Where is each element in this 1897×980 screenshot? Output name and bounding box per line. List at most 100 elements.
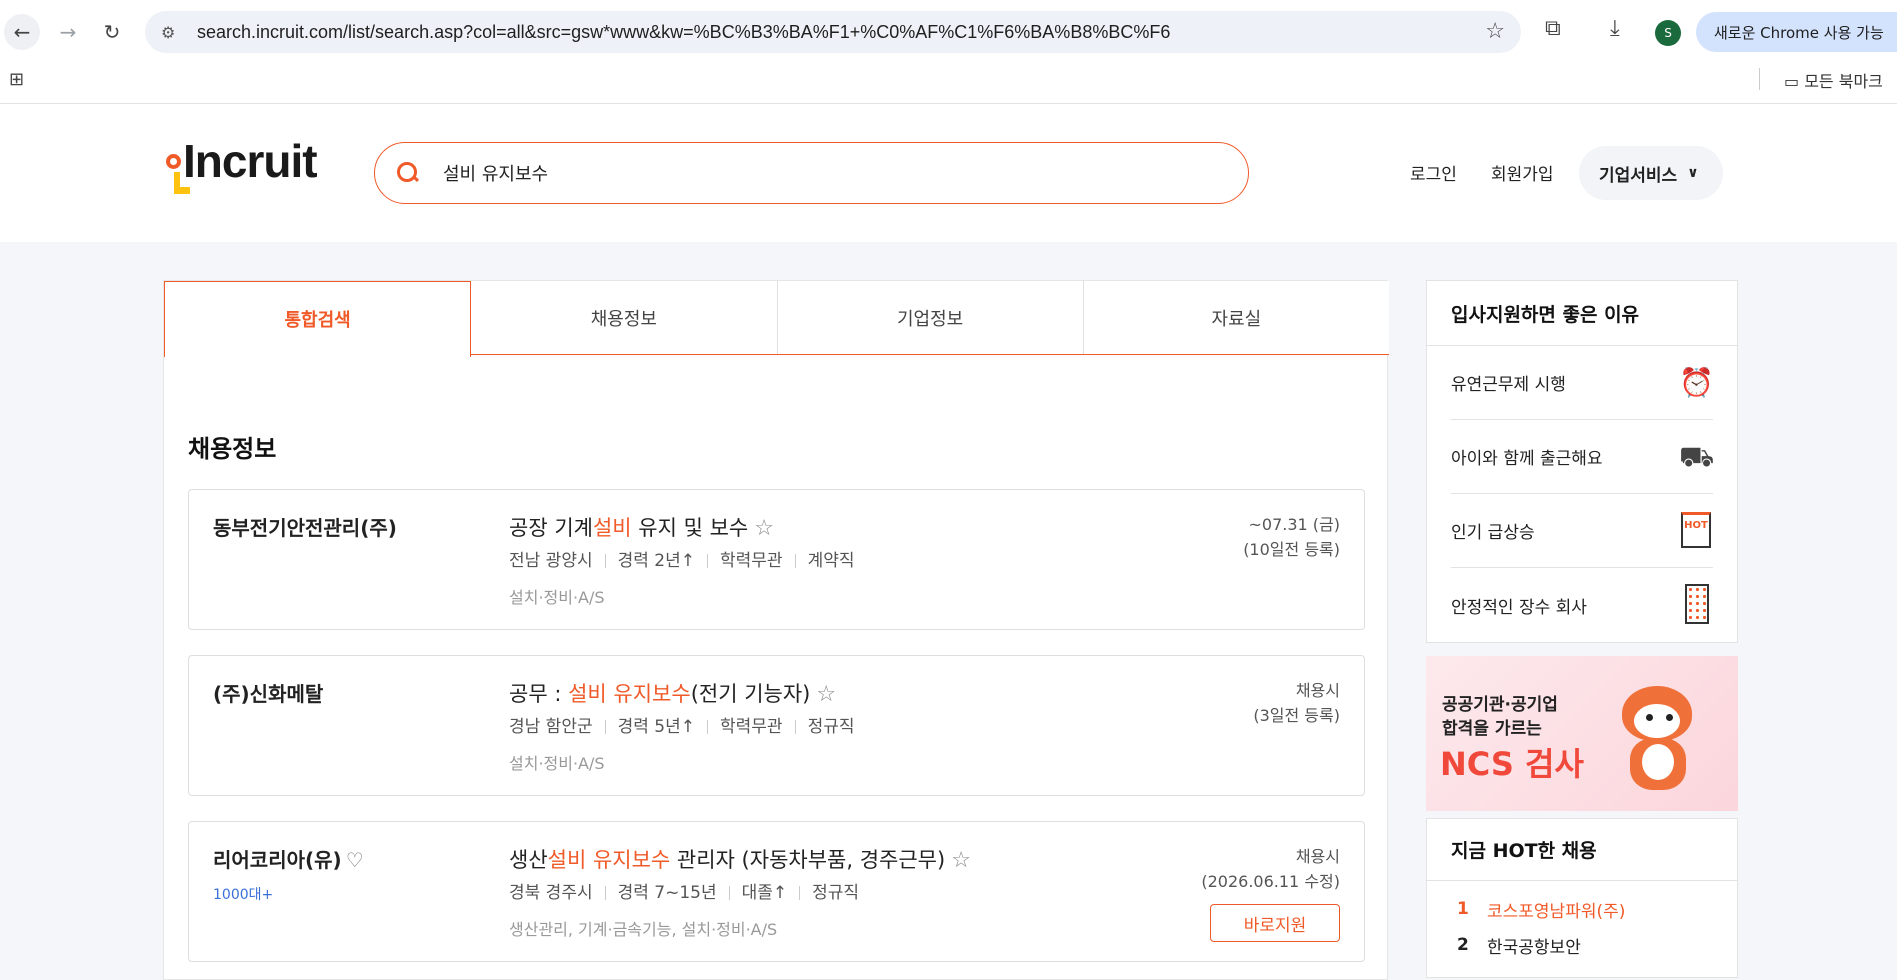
- browser-toolbar: ← → ↻ ⚙ search.incruit.com/list/search.a…: [0, 0, 1897, 64]
- back-arrow-icon[interactable]: ←: [4, 14, 40, 50]
- banner-headline: NCS 검사: [1440, 745, 1584, 783]
- apply-reasons-title: 입사지원하면 좋은 이유: [1427, 281, 1737, 346]
- reason-item-child[interactable]: 아이와 함께 출근해요 ⛟: [1451, 420, 1714, 494]
- download-icon[interactable]: ⤓: [1610, 16, 1620, 41]
- reason-item-stable[interactable]: 안정적인 장수 회사: [1451, 568, 1713, 642]
- hot-list-spacer: [1427, 881, 1737, 891]
- bookmark-star-icon[interactable]: ☆: [1485, 19, 1505, 44]
- favorite-star-icon[interactable]: ☆: [951, 848, 971, 873]
- biz-service-dropdown[interactable]: 기업서비스 ∨: [1579, 146, 1723, 200]
- hot-job-row[interactable]: 2 한국공항보안: [1427, 927, 1737, 963]
- search-icon[interactable]: [395, 160, 421, 186]
- url-text[interactable]: search.incruit.com/list/search.asp?col=a…: [197, 22, 1170, 43]
- apply-reasons-box: 입사지원하면 좋은 이유 유연근무제 시행 ⏰ 아이와 함께 출근해요 ⛟ 인기…: [1426, 280, 1738, 643]
- forward-arrow-icon[interactable]: →: [50, 14, 86, 50]
- job-category: 생산관리, 기계·금속기능, 설치·정비·A/S: [509, 920, 778, 939]
- job-card[interactable]: 리어코리아(유) ♡ 1000대+ 생산설비 유지보수 관리자 (자동차부품, 경…: [188, 821, 1365, 962]
- mascot-eye: [1646, 714, 1653, 721]
- site-settings-icon[interactable]: ⚙: [161, 23, 191, 42]
- job-title-highlight: 설비 유지보수: [547, 848, 671, 872]
- heart-icon[interactable]: ♡: [346, 848, 364, 872]
- apply-now-button[interactable]: 바로지원: [1210, 904, 1340, 942]
- job-title[interactable]: 공장 기계설비 유지 및 보수 ☆: [509, 512, 774, 542]
- job-title-highlight: 설비 유지보수: [568, 682, 691, 706]
- company-name[interactable]: 리어코리아(유) ♡: [213, 844, 364, 873]
- search-box[interactable]: [374, 142, 1249, 204]
- job-location: 경북 경주시: [509, 883, 593, 903]
- hot-rank: 2: [1457, 935, 1469, 955]
- site-header: Incruit 로그인 회원가입 기업서비스 ∨: [0, 104, 1897, 242]
- reload-icon[interactable]: ↻: [94, 14, 130, 50]
- job-posted: (10일전 등록): [1243, 540, 1340, 559]
- logo-text: Incruit: [183, 135, 318, 187]
- company-badge: 1000대+: [213, 887, 274, 903]
- hot-job-row[interactable]: 1 코스포영남파워(주): [1427, 891, 1737, 927]
- job-title[interactable]: 생산설비 유지보수 관리자 (자동차부품, 경주근무) ☆: [509, 844, 971, 874]
- job-title[interactable]: 공무 : 설비 유지보수(전기 기능자) ☆: [509, 678, 836, 708]
- job-experience: 경력 5년↑: [593, 712, 695, 737]
- job-category: 설치·정비·A/S: [509, 588, 605, 607]
- job-title-pre: 생산: [509, 848, 548, 872]
- hot-company[interactable]: 한국공항보안: [1487, 933, 1581, 958]
- job-experience: 경력 7~15년: [593, 878, 717, 903]
- job-education: 학력무관: [695, 546, 783, 571]
- search-tabs: 통합검색 채용정보 기업정보 자료실: [164, 281, 1389, 357]
- tab-all[interactable]: 통합검색: [164, 281, 472, 357]
- logo-dot: [166, 154, 181, 169]
- signup-link[interactable]: 회원가입: [1491, 160, 1554, 185]
- search-results-panel: 통합검색 채용정보 기업정보 자료실 채용정보 동부전기안전관리(주) 공장 기…: [163, 280, 1389, 980]
- chevron-down-icon: ∨: [1687, 165, 1699, 181]
- reason-label: 아이와 함께 출근해요: [1451, 449, 1603, 469]
- hot-flag-icon: HOT: [1681, 512, 1711, 548]
- job-card[interactable]: 동부전기안전관리(주) 공장 기계설비 유지 및 보수 ☆ 전남 광양시 경력 2…: [188, 489, 1365, 630]
- biz-service-label: 기업서비스: [1599, 165, 1678, 186]
- job-education: 대졸↑: [717, 878, 788, 903]
- search-input[interactable]: [443, 162, 1203, 184]
- job-location: 전남 광양시: [509, 551, 593, 571]
- mascot-eye: [1666, 714, 1673, 721]
- job-title-post: 관리자 (자동차부품, 경주근무): [670, 848, 946, 872]
- bookmark-bar: ⊞ ▭ 모든 북마크: [0, 64, 1897, 104]
- mascot-belly: [1642, 744, 1674, 780]
- banner-line-1: 공공기관·공기업: [1442, 695, 1558, 715]
- login-link[interactable]: 로그인: [1410, 160, 1457, 185]
- job-deadline: ~07.31 (금): [1248, 515, 1340, 534]
- hot-company[interactable]: 코스포영남파워(주): [1487, 897, 1625, 922]
- chrome-update-button[interactable]: 새로운 Chrome 사용 가능: [1696, 12, 1897, 52]
- tab-companies[interactable]: 기업정보: [777, 281, 1084, 354]
- ncs-banner[interactable]: 공공기관·공기업 합격을 가르는 NCS 검사: [1426, 656, 1738, 811]
- job-date: 채용시 (3일전 등록): [1253, 678, 1340, 728]
- address-bar[interactable]: ⚙ search.incruit.com/list/search.asp?col…: [145, 11, 1521, 53]
- logo-bar-foot: [174, 187, 190, 194]
- job-title-post: 유지 및 보수: [631, 516, 749, 540]
- job-location: 경남 함안군: [509, 717, 593, 737]
- company-name[interactable]: (주)신화메탈: [213, 678, 323, 707]
- job-title-post: (전기 기능자): [690, 682, 811, 706]
- tab-resources[interactable]: 자료실: [1083, 281, 1389, 354]
- job-meta: 경남 함안군 경력 5년↑ 학력무관 정규직: [509, 712, 854, 737]
- job-type: 정규직: [783, 712, 855, 737]
- job-type: 계약직: [783, 546, 855, 571]
- all-bookmarks-button[interactable]: ▭ 모든 북마크: [1784, 68, 1883, 92]
- incruit-logo[interactable]: Incruit: [163, 134, 333, 194]
- tab-jobs[interactable]: 채용정보: [471, 281, 778, 354]
- job-category: 설치·정비·A/S: [509, 754, 605, 773]
- reason-item-hot[interactable]: 인기 급상승 HOT: [1451, 494, 1713, 568]
- job-deadline: 채용시: [1295, 847, 1340, 866]
- folder-icon: ▭: [1784, 72, 1805, 91]
- reason-item-flex-work[interactable]: 유연근무제 시행 ⏰: [1451, 346, 1714, 420]
- apps-grid-icon[interactable]: ⊞: [9, 69, 24, 90]
- extensions-icon[interactable]: ⧉: [1545, 16, 1561, 41]
- hot-rank: 1: [1457, 899, 1469, 919]
- job-posted: (3일전 등록): [1253, 706, 1340, 725]
- job-posted: (2026.06.11 수정): [1201, 872, 1340, 891]
- company-name[interactable]: 동부전기안전관리(주): [213, 512, 397, 541]
- job-title-pre: 공장 기계: [509, 516, 593, 540]
- job-meta: 전남 광양시 경력 2년↑ 학력무관 계약직: [509, 546, 854, 571]
- profile-avatar[interactable]: S: [1655, 20, 1681, 46]
- favorite-star-icon[interactable]: ☆: [816, 682, 836, 707]
- job-card[interactable]: (주)신화메탈 공무 : 설비 유지보수(전기 기능자) ☆ 경남 함안군 경력 …: [188, 655, 1365, 796]
- favorite-star-icon[interactable]: ☆: [754, 516, 774, 541]
- job-education: 학력무관: [695, 712, 783, 737]
- company-name-label: 리어코리아(유): [213, 848, 342, 872]
